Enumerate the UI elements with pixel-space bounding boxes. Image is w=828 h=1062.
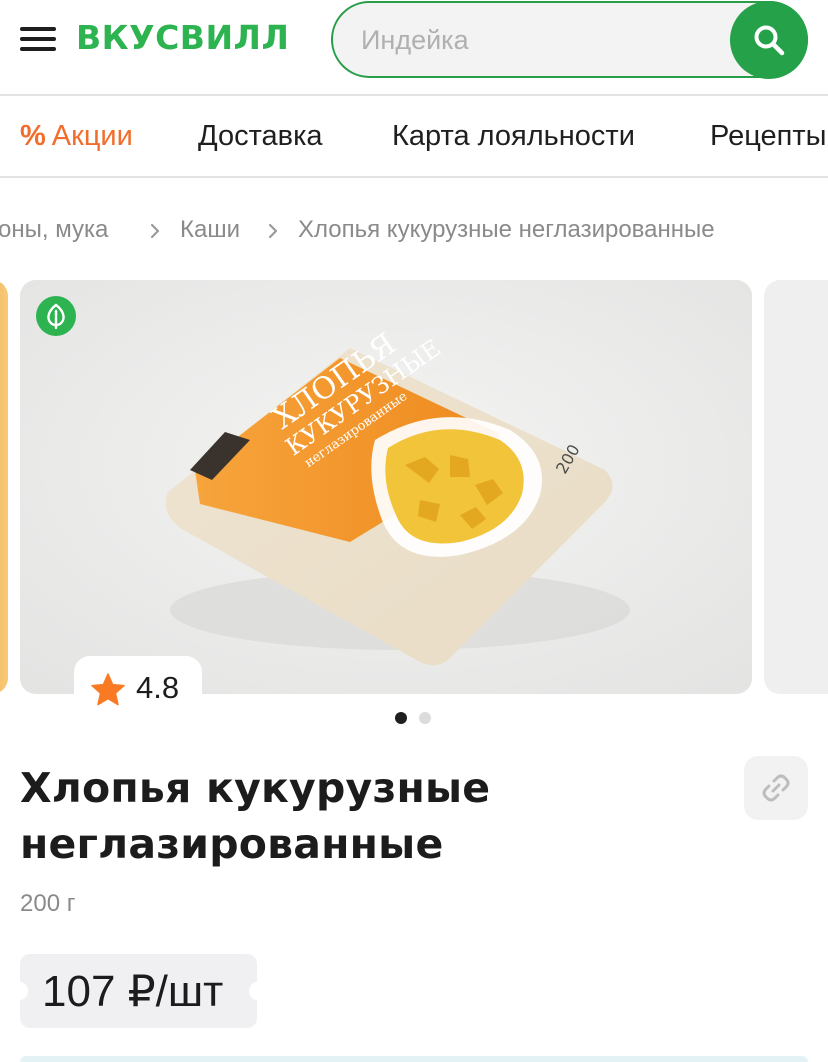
price-tag-notch [12,982,28,1000]
price-tag: 107 ₽/шт [12,954,265,1028]
breadcrumb-item[interactable]: Каши [180,216,240,244]
price-tag-notch [249,982,265,1000]
menu-icon[interactable] [20,27,56,51]
search-icon [754,25,785,56]
search-bar [331,1,808,79]
nav-item-loyalty-card[interactable]: Карта лояльности [392,120,635,153]
nav-item-label: Акции [51,120,133,152]
rating-badge[interactable]: 4.8 [74,656,202,716]
nav-item-label: Карта лояльности [392,120,635,152]
pagination-dot[interactable] [419,712,431,724]
breadcrumb-current: Хлопья кукурузные неглазированные [298,216,715,243]
breadcrumb: оны, мука Каши Хлопья кукурузные неглази… [0,214,828,250]
nav-item-label: Доставка [198,120,323,152]
link-icon [762,774,790,802]
nav-item-recipes[interactable]: Рецепты [710,120,826,153]
main-nav: % Акции Доставка Карта лояльности Рецепты [0,96,828,178]
next-slide-preview[interactable] [764,280,828,694]
rating-value: 4.8 [136,670,180,705]
leaf-icon [47,303,65,329]
eco-badge [36,296,76,336]
product-price: 107 ₽/шт [42,967,224,1016]
copy-link-button[interactable] [744,756,808,820]
search-input[interactable] [361,21,721,59]
breadcrumb-item[interactable]: оны, мука [0,216,108,244]
previous-slide-preview[interactable] [0,280,8,694]
add-to-cart-panel-edge [20,1056,808,1062]
logo[interactable]: ВКУСВИЛЛ [76,18,289,57]
gallery-pagination [395,712,435,724]
nav-item-label: Рецепты [710,120,827,152]
product-weight: 200 г [20,890,76,917]
pagination-dot-active[interactable] [395,712,407,724]
chevron-right-icon [268,223,278,239]
nav-item-promo[interactable]: % Акции [20,120,133,153]
nav-item-delivery[interactable]: Доставка [198,120,323,153]
product-title: Хлопья кукурузные неглазированные [20,764,491,868]
chevron-right-icon [150,223,160,239]
product-photo[interactable]: ХЛОПЬЯ КУКУРУЗНЫЕ неглазированные 200 [20,280,752,694]
top-header: ВКУСВИЛЛ [0,0,828,96]
star-icon [91,673,125,706]
percent-icon: % [20,120,46,152]
product-image: ХЛОПЬЯ КУКУРУЗНЫЕ неглазированные 200 [20,280,752,694]
search-button[interactable] [730,1,808,79]
